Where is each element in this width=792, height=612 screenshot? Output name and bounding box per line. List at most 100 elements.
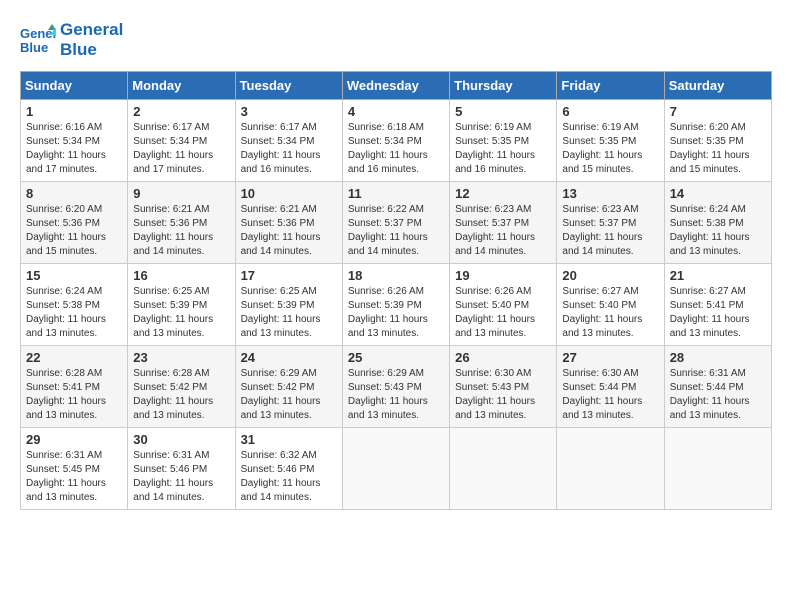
calendar-cell: 7 Sunrise: 6:20 AMSunset: 5:35 PMDaylight…	[664, 99, 771, 181]
day-info: Sunrise: 6:25 AMSunset: 5:39 PMDaylight:…	[133, 285, 229, 341]
day-info: Sunrise: 6:19 AMSunset: 5:35 PMDaylight:…	[562, 121, 658, 177]
calendar-table: SundayMondayTuesdayWednesdayThursdayFrid…	[20, 71, 772, 510]
calendar-cell: 11 Sunrise: 6:22 AMSunset: 5:37 PMDayligh…	[342, 181, 449, 263]
calendar-cell	[664, 427, 771, 509]
day-info: Sunrise: 6:17 AMSunset: 5:34 PMDaylight:…	[133, 121, 229, 177]
calendar-cell: 1 Sunrise: 6:16 AMSunset: 5:34 PMDaylight…	[21, 99, 128, 181]
day-info: Sunrise: 6:30 AMSunset: 5:44 PMDaylight:…	[562, 367, 658, 423]
day-number: 6	[562, 104, 658, 119]
day-number: 7	[670, 104, 766, 119]
calendar-cell: 25Sunrise: 6:29 AMSunset: 5:43 PMDayligh…	[342, 345, 449, 427]
day-number: 22	[26, 350, 122, 365]
calendar-cell: 19Sunrise: 6:26 AMSunset: 5:40 PMDayligh…	[450, 263, 557, 345]
calendar-week-row: 22 Sunrise: 6:28 AMSunset: 5:41 PMDayligh…	[21, 345, 772, 427]
day-info: Sunrise: 6:20 AMSunset: 5:35 PMDaylight:…	[670, 121, 766, 177]
day-number: 19	[455, 268, 551, 283]
calendar-week-row: 15Sunrise: 6:24 AMSunset: 5:38 PMDayligh…	[21, 263, 772, 345]
day-number: 12	[455, 186, 551, 201]
day-number: 9	[133, 186, 229, 201]
calendar-cell: 27Sunrise: 6:30 AMSunset: 5:44 PMDayligh…	[557, 345, 664, 427]
day-info: Sunrise: 6:23 AMSunset: 5:37 PMDaylight:…	[562, 203, 658, 259]
calendar-cell: 12 Sunrise: 6:23 AMSunset: 5:37 PMDayligh…	[450, 181, 557, 263]
day-number: 24	[241, 350, 337, 365]
day-number: 5	[455, 104, 551, 119]
day-number: 14	[670, 186, 766, 201]
calendar-header-saturday: Saturday	[664, 71, 771, 99]
calendar-cell: 9 Sunrise: 6:21 AMSunset: 5:36 PMDaylight…	[128, 181, 235, 263]
calendar-cell: 29 Sunrise: 6:31 AMSunset: 5:45 PMDayligh…	[21, 427, 128, 509]
day-info: Sunrise: 6:22 AMSunset: 5:37 PMDaylight:…	[348, 203, 444, 259]
page-header: General Blue General Blue	[20, 20, 772, 61]
logo: General Blue General Blue	[20, 20, 123, 61]
day-number: 21	[670, 268, 766, 283]
day-info: Sunrise: 6:31 AMSunset: 5:45 PMDaylight:…	[26, 449, 122, 505]
day-info: Sunrise: 6:16 AMSunset: 5:34 PMDaylight:…	[26, 121, 122, 177]
calendar-cell: 6 Sunrise: 6:19 AMSunset: 5:35 PMDaylight…	[557, 99, 664, 181]
day-info: Sunrise: 6:27 AMSunset: 5:41 PMDaylight:…	[670, 285, 766, 341]
day-info: Sunrise: 6:20 AMSunset: 5:36 PMDaylight:…	[26, 203, 122, 259]
day-info: Sunrise: 6:30 AMSunset: 5:43 PMDaylight:…	[455, 367, 551, 423]
logo-name-general: General	[60, 20, 123, 40]
day-number: 29	[26, 432, 122, 447]
day-info: Sunrise: 6:28 AMSunset: 5:42 PMDaylight:…	[133, 367, 229, 423]
calendar-header-row: SundayMondayTuesdayWednesdayThursdayFrid…	[21, 71, 772, 99]
calendar-cell	[342, 427, 449, 509]
calendar-header-tuesday: Tuesday	[235, 71, 342, 99]
day-info: Sunrise: 6:31 AMSunset: 5:46 PMDaylight:…	[133, 449, 229, 505]
calendar-cell: 17 Sunrise: 6:25 AMSunset: 5:39 PMDayligh…	[235, 263, 342, 345]
day-number: 8	[26, 186, 122, 201]
calendar-week-row: 8 Sunrise: 6:20 AMSunset: 5:36 PMDaylight…	[21, 181, 772, 263]
day-info: Sunrise: 6:21 AMSunset: 5:36 PMDaylight:…	[133, 203, 229, 259]
day-number: 20	[562, 268, 658, 283]
day-number: 30	[133, 432, 229, 447]
logo-name-blue: Blue	[60, 40, 123, 60]
calendar-cell: 21 Sunrise: 6:27 AMSunset: 5:41 PMDayligh…	[664, 263, 771, 345]
calendar-week-row: 1 Sunrise: 6:16 AMSunset: 5:34 PMDaylight…	[21, 99, 772, 181]
day-info: Sunrise: 6:24 AMSunset: 5:38 PMDaylight:…	[670, 203, 766, 259]
day-info: Sunrise: 6:18 AMSunset: 5:34 PMDaylight:…	[348, 121, 444, 177]
day-info: Sunrise: 6:21 AMSunset: 5:36 PMDaylight:…	[241, 203, 337, 259]
calendar-cell: 13 Sunrise: 6:23 AMSunset: 5:37 PMDayligh…	[557, 181, 664, 263]
calendar-week-row: 29 Sunrise: 6:31 AMSunset: 5:45 PMDayligh…	[21, 427, 772, 509]
calendar-cell: 14 Sunrise: 6:24 AMSunset: 5:38 PMDayligh…	[664, 181, 771, 263]
calendar-cell: 15Sunrise: 6:24 AMSunset: 5:38 PMDayligh…	[21, 263, 128, 345]
calendar-cell: 24Sunrise: 6:29 AMSunset: 5:42 PMDayligh…	[235, 345, 342, 427]
day-number: 4	[348, 104, 444, 119]
day-number: 10	[241, 186, 337, 201]
logo-icon: General Blue	[20, 22, 56, 58]
day-number: 13	[562, 186, 658, 201]
day-info: Sunrise: 6:27 AMSunset: 5:40 PMDaylight:…	[562, 285, 658, 341]
calendar-header-thursday: Thursday	[450, 71, 557, 99]
day-info: Sunrise: 6:28 AMSunset: 5:41 PMDaylight:…	[26, 367, 122, 423]
day-number: 23	[133, 350, 229, 365]
day-info: Sunrise: 6:26 AMSunset: 5:39 PMDaylight:…	[348, 285, 444, 341]
calendar-cell: 22 Sunrise: 6:28 AMSunset: 5:41 PMDayligh…	[21, 345, 128, 427]
day-number: 31	[241, 432, 337, 447]
calendar-header-friday: Friday	[557, 71, 664, 99]
day-number: 1	[26, 104, 122, 119]
day-number: 11	[348, 186, 444, 201]
calendar-header-sunday: Sunday	[21, 71, 128, 99]
calendar-cell	[450, 427, 557, 509]
day-info: Sunrise: 6:31 AMSunset: 5:44 PMDaylight:…	[670, 367, 766, 423]
calendar-cell: 26 Sunrise: 6:30 AMSunset: 5:43 PMDayligh…	[450, 345, 557, 427]
day-number: 17	[241, 268, 337, 283]
day-info: Sunrise: 6:25 AMSunset: 5:39 PMDaylight:…	[241, 285, 337, 341]
calendar-cell: 31 Sunrise: 6:32 AMSunset: 5:46 PMDayligh…	[235, 427, 342, 509]
day-info: Sunrise: 6:32 AMSunset: 5:46 PMDaylight:…	[241, 449, 337, 505]
day-number: 2	[133, 104, 229, 119]
calendar-cell: 28Sunrise: 6:31 AMSunset: 5:44 PMDayligh…	[664, 345, 771, 427]
day-number: 18	[348, 268, 444, 283]
calendar-cell: 5 Sunrise: 6:19 AMSunset: 5:35 PMDaylight…	[450, 99, 557, 181]
day-info: Sunrise: 6:23 AMSunset: 5:37 PMDaylight:…	[455, 203, 551, 259]
calendar-cell: 4 Sunrise: 6:18 AMSunset: 5:34 PMDaylight…	[342, 99, 449, 181]
calendar-header-wednesday: Wednesday	[342, 71, 449, 99]
day-info: Sunrise: 6:17 AMSunset: 5:34 PMDaylight:…	[241, 121, 337, 177]
day-info: Sunrise: 6:19 AMSunset: 5:35 PMDaylight:…	[455, 121, 551, 177]
day-number: 26	[455, 350, 551, 365]
day-info: Sunrise: 6:29 AMSunset: 5:43 PMDaylight:…	[348, 367, 444, 423]
calendar-cell: 3Sunrise: 6:17 AMSunset: 5:34 PMDaylight…	[235, 99, 342, 181]
calendar-cell: 23 Sunrise: 6:28 AMSunset: 5:42 PMDayligh…	[128, 345, 235, 427]
day-info: Sunrise: 6:24 AMSunset: 5:38 PMDaylight:…	[26, 285, 122, 341]
calendar-cell	[557, 427, 664, 509]
